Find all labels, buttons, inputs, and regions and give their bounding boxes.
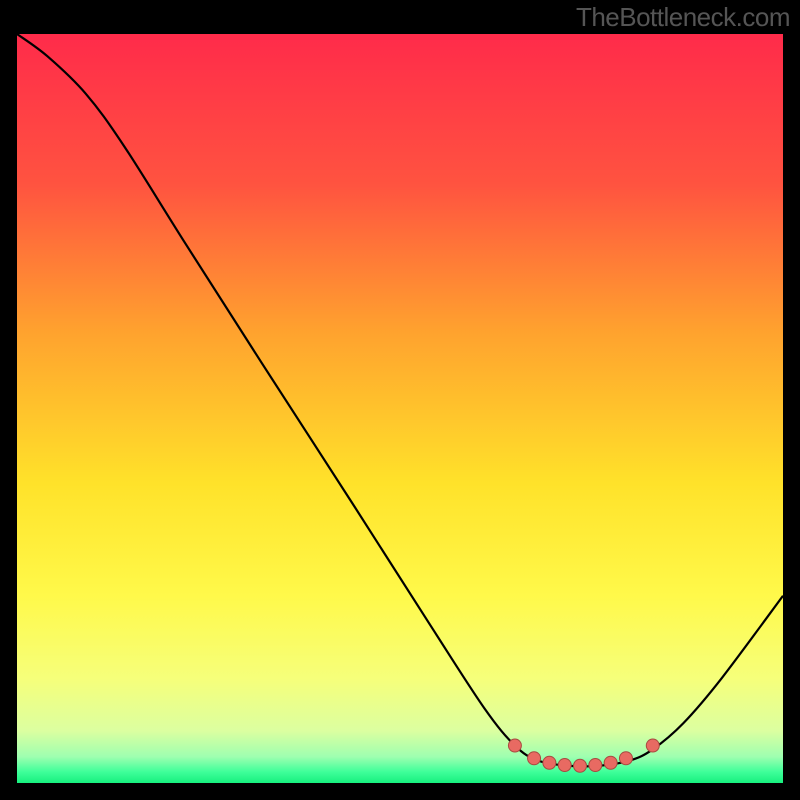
optimal-dot — [558, 759, 571, 772]
gradient-background — [17, 34, 783, 783]
bottleneck-chart — [17, 34, 783, 783]
chart-container: TheBottleneck.com — [0, 0, 800, 800]
optimal-dot — [619, 752, 632, 765]
optimal-dot — [508, 739, 521, 752]
optimal-dot — [528, 752, 541, 765]
optimal-dot — [604, 756, 617, 769]
optimal-dot — [574, 759, 587, 772]
optimal-dot — [589, 759, 602, 772]
optimal-dot — [543, 756, 556, 769]
plot-area — [17, 34, 783, 783]
optimal-dot — [646, 739, 659, 752]
watermark-text: TheBottleneck.com — [576, 2, 790, 33]
